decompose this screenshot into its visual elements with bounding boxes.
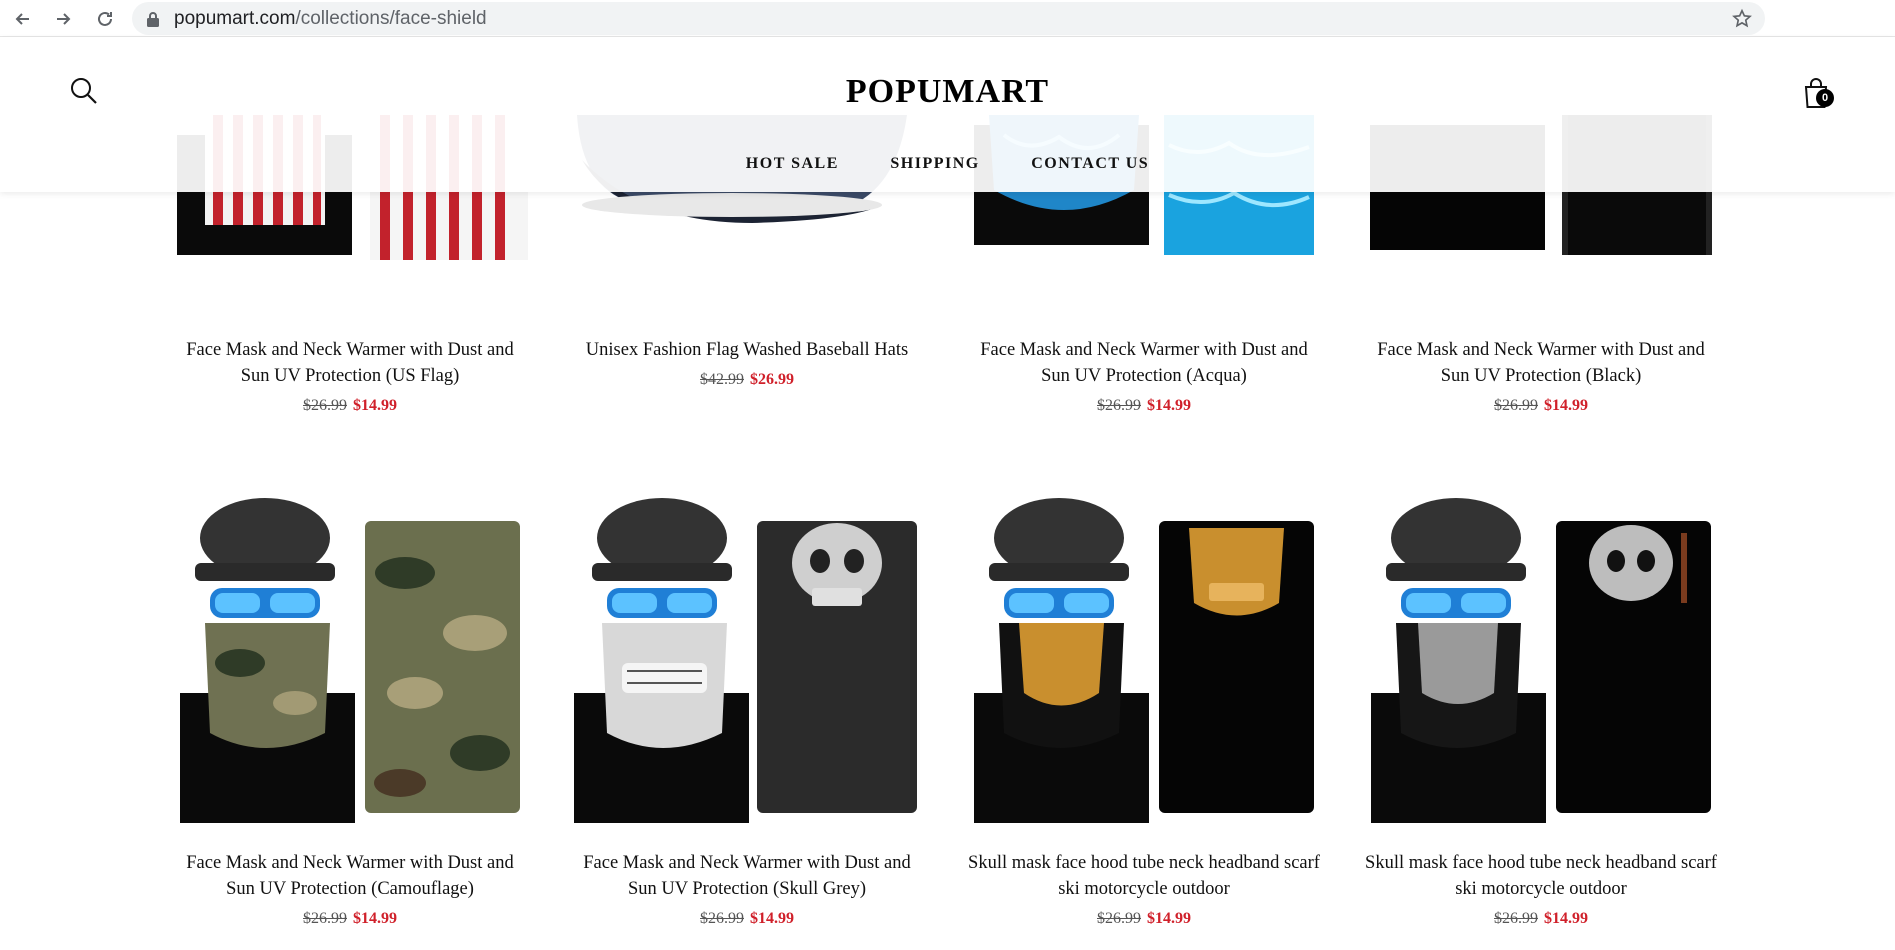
product-image[interactable] bbox=[949, 493, 1339, 838]
product-price: $26.99 $14.99 bbox=[1346, 910, 1736, 928]
product-title[interactable]: Face Mask and Neck Warmer with Dust and S… bbox=[949, 337, 1339, 389]
sale-price: $14.99 bbox=[1544, 910, 1588, 927]
sale-price: $14.99 bbox=[1147, 910, 1191, 927]
old-price: $26.99 bbox=[1097, 910, 1141, 927]
forward-button[interactable] bbox=[48, 4, 78, 34]
product-price: $26.99 $14.99 bbox=[552, 910, 942, 928]
product-title[interactable]: Face Mask and Neck Warmer with Dust and S… bbox=[155, 337, 545, 389]
product-title[interactable]: Face Mask and Neck Warmer with Dust and S… bbox=[155, 850, 545, 902]
sale-price: $14.99 bbox=[1544, 397, 1588, 414]
product-title[interactable]: Face Mask and Neck Warmer with Dust and S… bbox=[1346, 337, 1736, 389]
product-image[interactable] bbox=[155, 493, 545, 838]
arrow-left-icon bbox=[15, 13, 29, 25]
product-title[interactable]: Unisex Fashion Flag Washed Baseball Hats bbox=[552, 337, 942, 363]
product-price: $26.99 $14.99 bbox=[949, 910, 1339, 928]
old-price: $42.99 bbox=[700, 371, 744, 388]
product-price: $26.99 $14.99 bbox=[1346, 397, 1736, 415]
reload-icon bbox=[98, 11, 112, 26]
old-price: $26.99 bbox=[303, 910, 347, 927]
nav-hot-sale[interactable]: HOT SALE bbox=[746, 155, 839, 173]
back-button[interactable] bbox=[8, 4, 38, 34]
product-image[interactable] bbox=[1346, 493, 1736, 838]
product-image[interactable] bbox=[552, 493, 942, 838]
sale-price: $14.99 bbox=[353, 910, 397, 927]
sale-price: $26.99 bbox=[750, 371, 794, 388]
sale-price: $14.99 bbox=[750, 910, 794, 927]
nav-contact-us[interactable]: CONTACT US bbox=[1031, 155, 1149, 173]
nav-shipping[interactable]: SHIPPING bbox=[890, 155, 979, 173]
reload-button[interactable] bbox=[90, 4, 120, 34]
product-title[interactable]: Skull mask face hood tube neck headband … bbox=[1346, 850, 1736, 902]
main-nav: HOT SALE SHIPPING CONTACT US bbox=[0, 155, 1895, 173]
old-price: $26.99 bbox=[1494, 910, 1538, 927]
site-header: POPUMART HOT SALE SHIPPING CONTACT US 0 bbox=[0, 37, 1895, 192]
sale-price: $14.99 bbox=[1147, 397, 1191, 414]
product-price: $26.99 $14.99 bbox=[155, 397, 545, 415]
product-price: $42.99 $26.99 bbox=[552, 371, 942, 389]
product-title[interactable]: Face Mask and Neck Warmer with Dust and S… bbox=[552, 850, 942, 902]
old-price: $26.99 bbox=[1097, 397, 1141, 414]
old-price: $26.99 bbox=[700, 910, 744, 927]
cart-count-badge: 0 bbox=[1816, 89, 1834, 107]
product-title[interactable]: Skull mask face hood tube neck headband … bbox=[949, 850, 1339, 902]
product-price: $26.99 $14.99 bbox=[949, 397, 1339, 415]
arrow-right-icon bbox=[57, 13, 71, 25]
product-price: $26.99 $14.99 bbox=[155, 910, 545, 928]
sale-price: $14.99 bbox=[353, 397, 397, 414]
old-price: $26.99 bbox=[1494, 397, 1538, 414]
old-price: $26.99 bbox=[303, 397, 347, 414]
site-logo[interactable]: POPUMART bbox=[0, 73, 1895, 111]
